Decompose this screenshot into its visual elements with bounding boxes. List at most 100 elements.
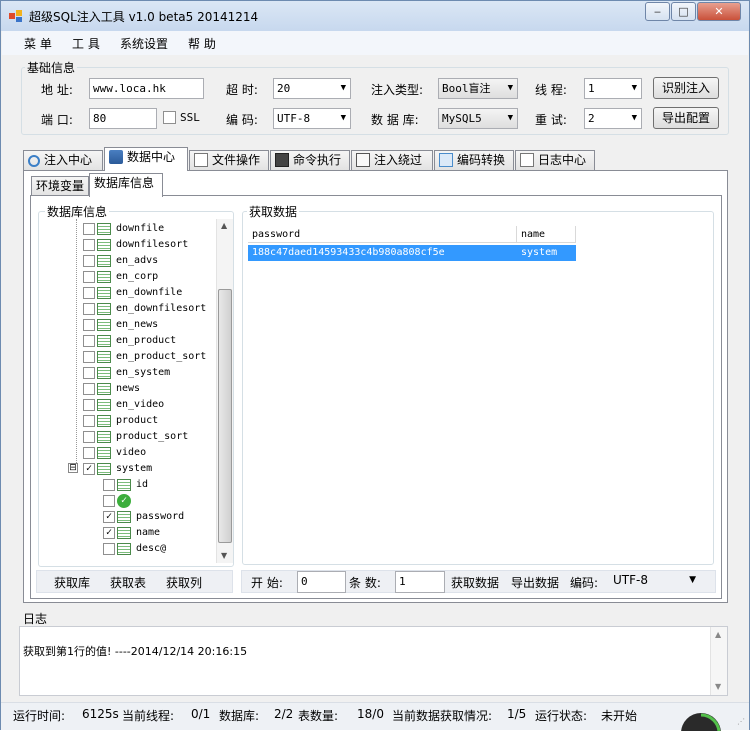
close-button[interactable]: ✕	[697, 2, 741, 21]
scroll-thumb[interactable]	[218, 289, 232, 543]
terminal-icon	[275, 153, 289, 167]
scroll-down-icon[interactable]: ▼	[715, 682, 721, 691]
column-checkbox[interactable]	[103, 543, 115, 555]
tab-data-center[interactable]: 数据中心	[104, 147, 188, 171]
grid-header-name[interactable]: name	[517, 226, 576, 243]
tab-file-ops[interactable]: 文件操作	[189, 150, 269, 171]
thread-label: 当前线程:	[122, 709, 175, 723]
export-config-button[interactable]: 导出配置	[653, 107, 719, 129]
address-input[interactable]: www.loca.hk	[89, 78, 204, 99]
table-name: en_advs	[116, 255, 159, 266]
scroll-down-icon[interactable]: ▼	[221, 551, 227, 560]
menu-menu[interactable]: 菜 单	[24, 35, 52, 52]
get-columns-button[interactable]: 获取列	[166, 574, 202, 591]
book-icon	[520, 153, 534, 167]
threads-combo[interactable]: 1 ▼	[584, 78, 642, 99]
port-input[interactable]: 80	[89, 108, 157, 129]
table-name: news	[116, 383, 141, 394]
tab-label: 日志中心	[538, 153, 587, 167]
table-checkbox[interactable]	[83, 415, 95, 427]
inject-type-label: 注入类型:	[371, 83, 424, 97]
table-checkbox[interactable]	[83, 271, 95, 283]
dropdown-arrow-icon: ▼	[689, 575, 696, 585]
tab-command-exec[interactable]: 命令执行	[270, 150, 350, 171]
inject-type-combo[interactable]: Bool盲注 ▼	[438, 78, 518, 99]
table-checkbox[interactable]	[83, 223, 95, 235]
check-circle-icon: ✓	[117, 494, 131, 508]
timeout-combo[interactable]: 20 ▼	[273, 78, 351, 99]
column-name: id	[136, 479, 149, 490]
dropdown-arrow-icon: ▼	[340, 83, 346, 93]
tab-encode-convert[interactable]: 编码转换	[434, 150, 514, 171]
scroll-up-icon[interactable]: ▲	[715, 630, 721, 639]
table-checkbox[interactable]	[83, 255, 95, 267]
get-databases-button[interactable]: 获取库	[54, 574, 90, 591]
encoding-label-2: 编码:	[570, 576, 599, 590]
tab-inject-bypass[interactable]: 注入绕过	[351, 150, 433, 171]
table-icon	[97, 383, 111, 395]
grid-cell-name[interactable]: system	[517, 245, 576, 261]
dropdown-arrow-icon: ▼	[340, 113, 346, 123]
basic-info-label: 基础信息	[25, 59, 78, 76]
log-box[interactable]: 获取到第1行的值! ----2014/12/14 20:16:15 ▲ ▼	[19, 626, 728, 696]
subtab-env-vars[interactable]: 环境变量	[31, 176, 89, 197]
encoding-combo[interactable]: UTF-8 ▼	[273, 108, 351, 129]
table-name: en_video	[116, 399, 165, 410]
ssl-checkbox[interactable]	[163, 111, 176, 124]
fetch-data-button[interactable]: 获取数据	[451, 574, 499, 591]
scroll-up-icon[interactable]: ▲	[221, 221, 227, 230]
subtab-db-info[interactable]: 数据库信息	[89, 173, 163, 197]
table-checkbox[interactable]	[83, 447, 95, 459]
start-input[interactable]: 0	[297, 571, 346, 593]
menu-help[interactable]: 帮 助	[188, 35, 216, 52]
menu-settings[interactable]: 系统设置	[120, 35, 168, 52]
menu-tools[interactable]: 工 具	[72, 35, 100, 52]
collapse-toggle[interactable]: ⊟	[68, 463, 78, 473]
table-checkbox[interactable]	[83, 383, 95, 395]
column-checkbox[interactable]	[103, 479, 115, 491]
identify-injection-button[interactable]: 识别注入	[653, 77, 719, 99]
column-icon	[117, 479, 131, 491]
right-toolbar: 开 始: 0 条 数: 1 获取数据 导出数据 编码: UTF-8 ▼	[241, 570, 716, 593]
fetch-progress-label: 当前数据获取情况:	[392, 709, 493, 723]
threads-value: 1	[588, 82, 595, 95]
column-checkbox[interactable]: ✓	[103, 511, 115, 523]
tab-label: 数据中心	[127, 150, 176, 164]
table-checkbox[interactable]	[83, 399, 95, 411]
table-checkbox[interactable]: ✓	[83, 463, 95, 475]
output-encoding-combo[interactable]: UTF-8 ▼	[610, 571, 700, 593]
maximize-button[interactable]: □	[671, 2, 696, 21]
column-checkbox[interactable]: ✓	[103, 527, 115, 539]
table-checkbox[interactable]	[83, 319, 95, 331]
log-label: 日志	[23, 612, 48, 626]
tab-log-center[interactable]: 日志中心	[515, 150, 595, 171]
busy-indicator-icon	[681, 713, 721, 731]
table-checkbox[interactable]	[83, 239, 95, 251]
gear-icon	[28, 155, 40, 167]
tab-inject-center[interactable]: 注入中心	[23, 150, 103, 171]
table-checkbox[interactable]	[83, 431, 95, 443]
resize-grip-icon[interactable]: ⋰	[737, 717, 747, 727]
tree-scrollbar[interactable]: ▲ ▼	[216, 219, 233, 563]
db-status-label: 数据库:	[219, 709, 260, 723]
dropdown-arrow-icon: ▼	[631, 83, 637, 93]
column-checkbox[interactable]	[103, 495, 115, 507]
tree-line	[76, 219, 77, 469]
get-tables-button[interactable]: 获取表	[110, 574, 146, 591]
app-icon	[9, 10, 22, 22]
table-checkbox[interactable]	[83, 303, 95, 315]
table-checkbox[interactable]	[83, 287, 95, 299]
grid-cell-password[interactable]: 188c47daed14593433c4b980a808cf5e	[248, 245, 517, 261]
column-name: desc@	[136, 543, 167, 554]
grid-header-password[interactable]: password	[248, 226, 517, 243]
minimize-button[interactable]: ‒	[645, 2, 670, 21]
db-combo[interactable]: MySQL5 ▼	[438, 108, 518, 129]
retry-combo[interactable]: 2 ▼	[584, 108, 642, 129]
table-checkbox[interactable]	[83, 351, 95, 363]
count-input[interactable]: 1	[395, 571, 445, 593]
table-checkbox[interactable]	[83, 367, 95, 379]
column-icon	[117, 511, 131, 523]
export-data-button[interactable]: 导出数据	[511, 574, 559, 591]
table-checkbox[interactable]	[83, 335, 95, 347]
log-scrollbar[interactable]: ▲ ▼	[710, 627, 727, 695]
